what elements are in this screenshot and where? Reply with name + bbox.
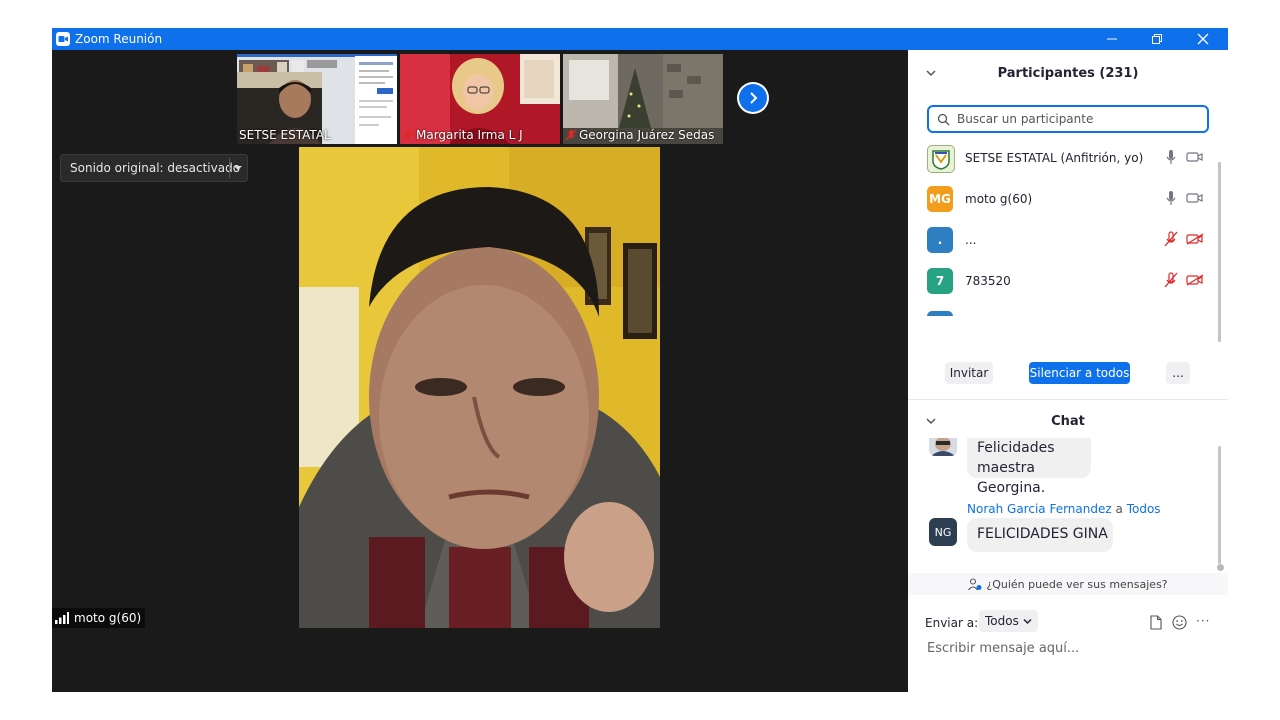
participant-name: 783520 bbox=[965, 274, 1011, 288]
zoom-app-icon bbox=[56, 32, 70, 46]
close-button[interactable] bbox=[1180, 28, 1226, 50]
chat-recipient[interactable]: Todos bbox=[1127, 502, 1161, 516]
union-logo-icon bbox=[932, 150, 950, 170]
chat-message-input[interactable] bbox=[925, 640, 1219, 657]
file-icon[interactable] bbox=[1150, 615, 1162, 630]
signal-bars-icon bbox=[55, 612, 69, 624]
emoji-icon[interactable] bbox=[1172, 615, 1187, 630]
scroll-indicator bbox=[1217, 564, 1224, 571]
speaker-name: moto g(60) bbox=[74, 611, 142, 625]
participant-row[interactable]: SETSE ESTATAL (Anfitrión, yo) bbox=[908, 141, 1218, 181]
muted-mic-icon[interactable] bbox=[1164, 231, 1178, 247]
window-title: Zoom Reunión bbox=[75, 32, 163, 46]
participant-name: moto g(60) bbox=[965, 192, 1033, 206]
chat-header: Chat bbox=[1051, 414, 1085, 429]
avatar: NG bbox=[929, 518, 957, 546]
avatar-initials: MG bbox=[929, 192, 951, 206]
user-photo bbox=[931, 438, 955, 456]
who-can-see-label: ¿Quién puede ver sus mensajes? bbox=[986, 577, 1168, 591]
avatar bbox=[927, 145, 955, 173]
participant-name: ... bbox=[965, 233, 977, 247]
search-icon bbox=[937, 113, 950, 126]
chat-more-button[interactable]: ··· bbox=[1196, 614, 1210, 628]
avatar bbox=[929, 438, 957, 456]
avatar-initials: NG bbox=[934, 525, 952, 539]
participant-row[interactable]: . ... bbox=[908, 223, 1218, 263]
mic-icon[interactable] bbox=[1164, 149, 1178, 165]
participants-more-button[interactable]: ... bbox=[1166, 362, 1190, 384]
participant-thumbnail[interactable]: SETSE ESTATAL bbox=[237, 54, 397, 144]
chat-message-bubble: FELICIDADES GINA bbox=[967, 518, 1113, 552]
participant-row[interactable]: 7 783520 bbox=[908, 264, 1218, 304]
person-lock-icon bbox=[968, 577, 982, 590]
participant-search[interactable] bbox=[927, 105, 1209, 133]
avatar bbox=[927, 311, 953, 316]
participant-search-input[interactable] bbox=[955, 111, 1199, 127]
send-to-dropdown[interactable]: Todos bbox=[979, 610, 1038, 632]
avatar: MG bbox=[927, 186, 953, 212]
active-speaker-video bbox=[299, 147, 660, 628]
chat-sender[interactable]: Norah Garcia Fernandez bbox=[967, 502, 1112, 516]
chat-message-text: Georgina. bbox=[977, 480, 1046, 496]
restore-icon bbox=[1152, 34, 1162, 44]
participants-scrollbar[interactable] bbox=[1218, 162, 1221, 342]
thumbnail-label: Georgina Juárez Sedas bbox=[565, 128, 714, 142]
original-sound-label: Sonido original: desactivado bbox=[70, 161, 241, 175]
video-stage: SETSE ESTATAL Margarita Irma L J Georgin… bbox=[52, 50, 908, 692]
thumbnail-name: SETSE ESTATAL bbox=[239, 128, 331, 142]
speaker-video-frame bbox=[299, 147, 660, 628]
chat-message-header: Norah Garcia Fernandez a Todos bbox=[967, 502, 1161, 516]
participants-header: Participantes (231) bbox=[997, 66, 1139, 81]
chevron-down-icon bbox=[1023, 618, 1032, 624]
restore-button[interactable] bbox=[1134, 28, 1180, 50]
mute-all-button[interactable]: Silenciar a todos bbox=[1029, 362, 1130, 384]
minimize-icon bbox=[1107, 38, 1117, 40]
chat-scrollbar[interactable] bbox=[1218, 446, 1221, 564]
video-icon[interactable] bbox=[1186, 192, 1204, 204]
chevron-right-icon bbox=[750, 92, 758, 104]
avatar-initials: 7 bbox=[935, 274, 945, 288]
video-off-icon[interactable] bbox=[1186, 274, 1204, 286]
muted-mic-icon bbox=[402, 129, 414, 141]
participant-thumbnail[interactable]: Margarita Irma L J bbox=[400, 54, 560, 144]
muted-mic-icon[interactable] bbox=[1164, 272, 1178, 288]
title-bar: Zoom Reunión bbox=[52, 28, 1228, 50]
speaker-name-tag: moto g(60) bbox=[52, 608, 146, 628]
side-panel: Participantes (231) SETSE ESTATAL (Anfit… bbox=[908, 50, 1228, 692]
chat-message-text: Felicidades maestra bbox=[977, 440, 1055, 476]
minimize-button[interactable] bbox=[1089, 28, 1135, 50]
video-icon[interactable] bbox=[1186, 151, 1204, 163]
avatar-initials: . bbox=[937, 233, 943, 247]
thumbnail-label: Margarita Irma L J bbox=[402, 128, 523, 142]
chat-to-word: a bbox=[1115, 502, 1123, 516]
thumbnail-label: SETSE ESTATAL bbox=[239, 128, 331, 142]
send-to-value: Todos bbox=[985, 614, 1019, 628]
thumbnail-name: Margarita Irma L J bbox=[416, 128, 523, 142]
send-to-label: Enviar a: bbox=[925, 616, 979, 630]
who-can-see-messages[interactable]: ¿Quién puede ver sus mensajes? bbox=[908, 573, 1228, 595]
chat-message-text: FELICIDADES GINA bbox=[977, 526, 1108, 542]
close-icon bbox=[1197, 33, 1209, 45]
original-sound-toggle[interactable]: Sonido original: desactivado bbox=[60, 154, 248, 182]
participant-row[interactable]: MG moto g(60) bbox=[908, 182, 1218, 222]
dropdown-arrow-icon[interactable] bbox=[233, 164, 243, 172]
muted-mic-icon bbox=[565, 129, 577, 141]
invite-button[interactable]: Invitar bbox=[945, 362, 993, 384]
divider bbox=[908, 399, 1228, 400]
avatar: 7 bbox=[927, 268, 953, 294]
video-off-icon[interactable] bbox=[1186, 233, 1204, 245]
participant-name: SETSE ESTATAL (Anfitrión, yo) bbox=[965, 151, 1144, 165]
participant-thumbnail[interactable]: Georgina Juárez Sedas bbox=[563, 54, 723, 144]
chat-messages: Felicidades maestra Georgina. Norah Garc… bbox=[908, 438, 1228, 570]
avatar: . bbox=[927, 227, 953, 253]
next-page-button[interactable] bbox=[737, 82, 769, 114]
thumbnail-name: Georgina Juárez Sedas bbox=[579, 128, 715, 142]
divider bbox=[229, 158, 230, 178]
zoom-window: Zoom Reunión SETSE ESTATAL Margarita Irm… bbox=[52, 28, 1228, 692]
chat-message-bubble: Felicidades maestra Georgina. bbox=[967, 438, 1091, 496]
mic-icon[interactable] bbox=[1164, 190, 1178, 206]
